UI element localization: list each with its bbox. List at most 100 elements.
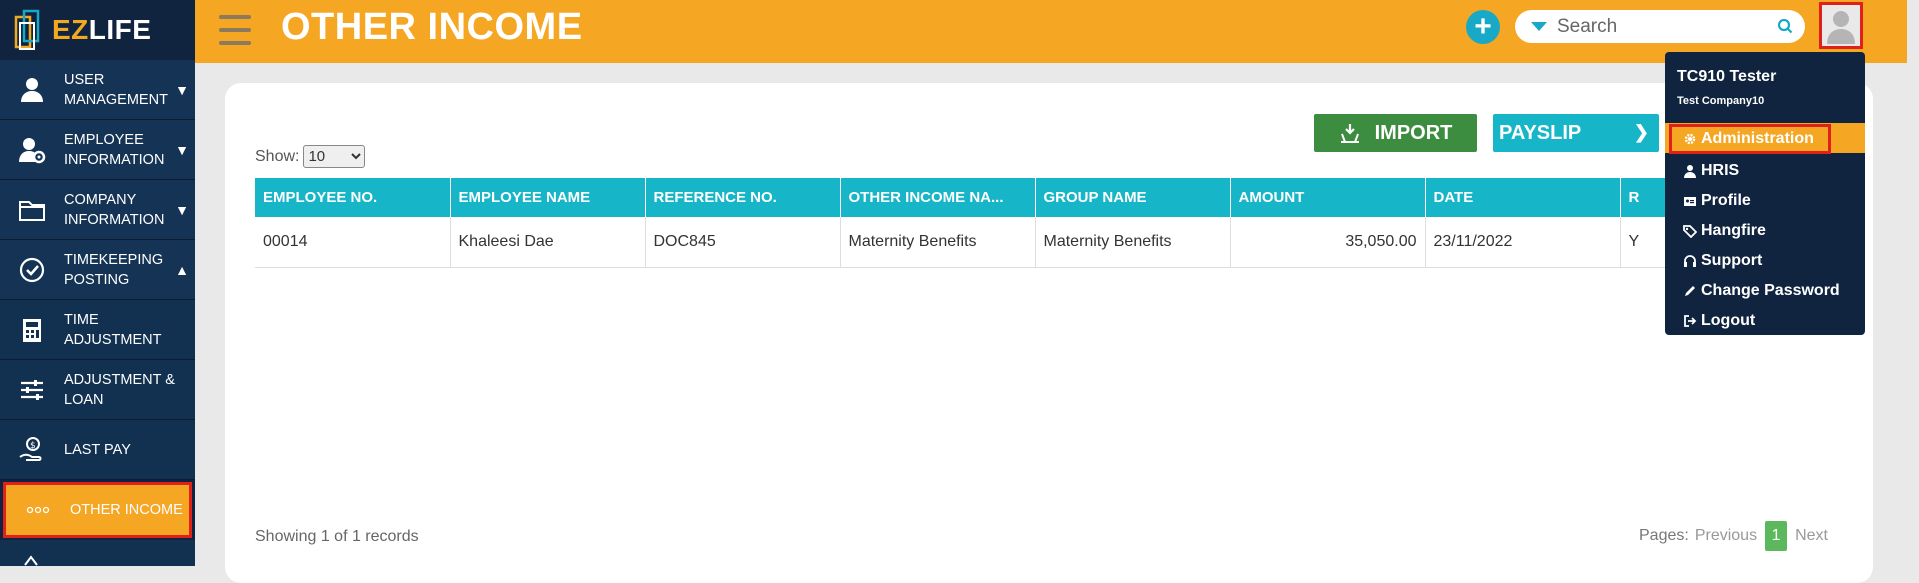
column-header-truncated[interactable]: R [1620, 178, 1671, 217]
menu-item-administration[interactable]: Administration [1669, 124, 1831, 154]
cell-date: 23/11/2022 [1425, 217, 1621, 268]
top-bar: OTHER INCOME + [195, 0, 1907, 63]
import-icon [1340, 124, 1359, 143]
payslip-label: PAYSLIP [1499, 121, 1582, 144]
page-size-select[interactable]: 10 [303, 145, 366, 168]
sidebar-item-label: USER MANAGEMENT [64, 71, 168, 108]
previous-page-link[interactable]: Previous [1695, 527, 1757, 545]
avatar-icon [1827, 10, 1855, 44]
content-card: IMPORT PAYSLIP ❯ Show: 10 EMPLOYEE NO. E… [225, 83, 1873, 583]
menu-item-label: Hangfire [1701, 222, 1766, 239]
cell-truncated: Y [1620, 217, 1671, 268]
search-box [1515, 10, 1805, 43]
page-size-control: Show: 10 [255, 145, 366, 168]
cell-reference-no: DOC845 [645, 217, 841, 268]
sidebar-item-user-management[interactable]: USER MANAGEMENT ▼ [0, 60, 195, 120]
user-dropdown-menu: TC910 Tester Test Company10 Administrati… [1665, 52, 1865, 335]
headset-icon [1684, 255, 1696, 267]
user-icon [0, 75, 64, 105]
folder-icon [0, 195, 64, 225]
sidebar-item-company-information[interactable]: COMPANY INFORMATION ▼ [0, 180, 195, 240]
user-name: TC910 Tester [1677, 68, 1777, 85]
menu-item-label: Support [1701, 252, 1763, 269]
other-income-table: EMPLOYEE NO. EMPLOYEE NAME REFERENCE NO.… [255, 178, 1671, 268]
menu-item-label: Profile [1701, 192, 1751, 209]
pencil-icon [1685, 286, 1695, 296]
main-content: IMPORT PAYSLIP ❯ Show: 10 EMPLOYEE NO. E… [195, 63, 1907, 583]
import-label: IMPORT [1374, 121, 1453, 144]
sidebar-item-employee-information[interactable]: EMPLOYEE INFORMATION ▼ [0, 120, 195, 180]
current-page[interactable]: 1 [1765, 521, 1788, 551]
caret-down-icon: ▼ [175, 81, 189, 98]
sidebar-nav: USER MANAGEMENT ▼ EMPLOYEE INFORMATION ▼… [0, 60, 195, 566]
user-avatar-button[interactable] [1819, 2, 1863, 49]
user-company: Test Company10 [1677, 95, 1765, 107]
menu-item-logout[interactable]: Logout [1683, 308, 1755, 334]
tags-icon [1683, 225, 1697, 238]
column-header-group-name[interactable]: GROUP NAME [1035, 178, 1231, 217]
menu-item-hris[interactable]: HRIS [1683, 158, 1739, 184]
next-page-link[interactable]: Next [1795, 527, 1828, 545]
dots-icon [6, 495, 70, 525]
import-button[interactable]: IMPORT [1314, 114, 1477, 152]
table-header-row: EMPLOYEE NO. EMPLOYEE NAME REFERENCE NO.… [255, 178, 1671, 217]
id-card-icon [1684, 197, 1696, 206]
sidebar-item-time-adjustment[interactable]: TIME ADJUSTMENT [0, 300, 195, 360]
sidebar: EZLIFE USER MANAGEMENT ▼ EMPLOYEE INFORM… [0, 0, 195, 566]
hamburger-menu-icon[interactable] [219, 15, 251, 45]
column-header-other-income-name[interactable]: OTHER INCOME NA... [840, 178, 1036, 217]
check-circle-icon [0, 255, 64, 285]
svg-text:$: $ [30, 441, 36, 451]
sidebar-item-label: ADJUSTMENT & LOAN [64, 371, 175, 408]
logo-text: EZLIFE [52, 14, 152, 45]
records-count: Showing 1 of 1 records [255, 528, 419, 545]
logout-icon [1684, 315, 1697, 327]
user-gear-icon [0, 135, 64, 165]
caret-down-icon: ▼ [175, 201, 189, 218]
sliders-icon [0, 375, 64, 405]
show-label: Show: [255, 147, 300, 165]
table-row[interactable]: 00014 Khaleesi Dae DOC845 Maternity Bene… [255, 217, 1671, 268]
caret-up-icon: ▲ [175, 261, 189, 278]
hand-money-icon: $ [0, 435, 64, 465]
user-icon [1684, 165, 1696, 178]
chevron-down-icon: ❯ [1633, 122, 1649, 142]
sidebar-item-label: LAST PAY [64, 441, 131, 458]
cell-amount: 35,050.00 [1230, 217, 1426, 268]
cell-employee-no: 00014 [255, 217, 451, 268]
menu-item-label: Change Password [1701, 282, 1840, 299]
payslip-dropdown-button[interactable]: PAYSLIP ❯ [1493, 114, 1659, 152]
caret-down-icon: ▼ [175, 141, 189, 158]
menu-item-support[interactable]: Support [1683, 248, 1762, 274]
column-header-reference-no[interactable]: REFERENCE NO. [645, 178, 841, 217]
pagination: Pages: Previous 1 Next [1639, 521, 1828, 551]
column-header-date[interactable]: DATE [1425, 178, 1621, 217]
sidebar-item-label: TIMEKEEPING POSTING [64, 251, 164, 288]
cell-employee-name: Khaleesi Dae [450, 217, 646, 268]
sidebar-item-label: EMPLOYEE INFORMATION [64, 131, 165, 168]
sidebar-item-next[interactable] [0, 540, 195, 566]
search-input[interactable] [1557, 15, 1777, 38]
column-header-employee-name[interactable]: EMPLOYEE NAME [450, 178, 646, 217]
sidebar-item-label: COMPANY INFORMATION [64, 191, 165, 228]
column-header-amount[interactable]: AMOUNT [1230, 178, 1426, 217]
column-header-employee-no[interactable]: EMPLOYEE NO. [255, 178, 451, 217]
plus-circle-icon: + [1474, 10, 1492, 43]
sidebar-item-last-pay[interactable]: $ LAST PAY [0, 420, 195, 480]
add-button[interactable]: + [1466, 10, 1500, 44]
menu-item-hangfire[interactable]: Hangfire [1683, 218, 1766, 244]
sidebar-item-adjustment-loan[interactable]: ADJUSTMENT & LOAN [0, 360, 195, 420]
sidebar-item-other-income[interactable]: OTHER INCOME [3, 482, 192, 538]
menu-item-icon [0, 545, 64, 567]
page-title: OTHER INCOME [281, 6, 583, 48]
sidebar-item-timekeeping-posting[interactable]: TIMEKEEPING POSTING ▲ [0, 240, 195, 300]
menu-item-change-password[interactable]: Change Password [1683, 278, 1840, 304]
app-logo[interactable]: EZLIFE [12, 4, 151, 56]
menu-item-label: HRIS [1701, 162, 1740, 179]
search-filter-dropdown-icon[interactable] [1531, 22, 1547, 31]
menu-item-label: Administration [1701, 130, 1814, 147]
search-icon[interactable] [1777, 18, 1793, 34]
sidebar-item-label: OTHER INCOME [70, 502, 183, 518]
cell-other-income-name: Maternity Benefits [840, 217, 1036, 268]
menu-item-profile[interactable]: Profile [1683, 188, 1751, 214]
